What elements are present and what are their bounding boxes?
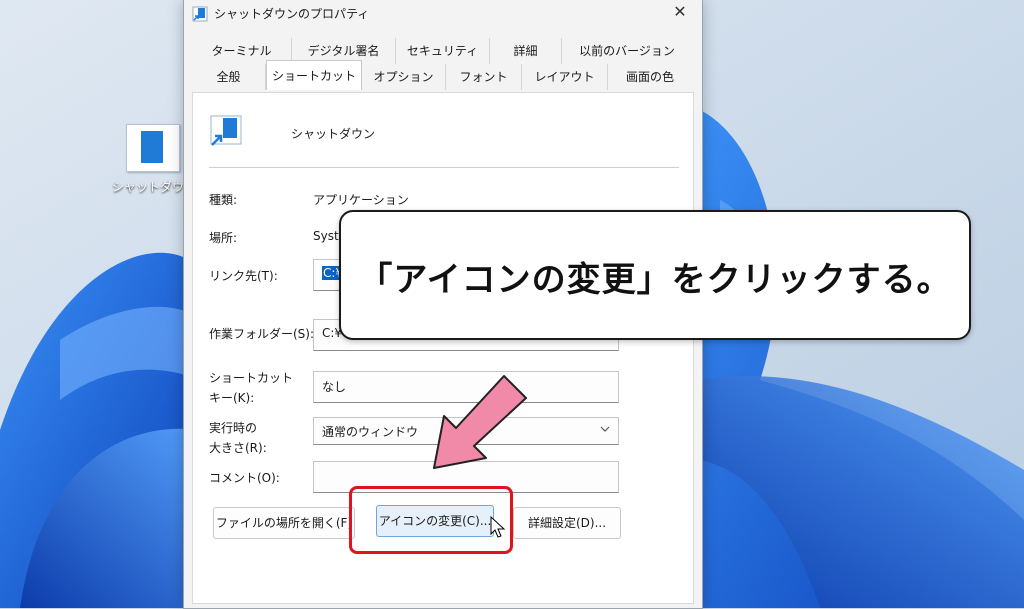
tab-strip: ターミナル デジタル署名 セキュリティ 詳細 以前のバージョン 全般 ショートカ… [184, 28, 702, 92]
tab-row-front: 全般 ショートカット オプション フォント レイアウト 画面の色 [192, 60, 692, 90]
target-label: リンク先(T): [209, 269, 278, 283]
tab-layout[interactable]: レイアウト [522, 64, 608, 90]
change-icon-highlight-box [349, 486, 513, 554]
comment-label: コメント(O): [209, 471, 280, 485]
desktop-shortcut-icon[interactable]: シャットダウン [112, 124, 194, 195]
type-label: 種類: [209, 193, 238, 207]
tab-details[interactable]: 詳細 [490, 38, 562, 64]
tab-colors[interactable]: 画面の色 [608, 64, 692, 90]
hotkey-label-line2: キー(K): [209, 391, 255, 405]
close-icon: ✕ [673, 2, 687, 21]
mouse-cursor-icon [490, 516, 506, 538]
start-in-label: 作業フォルダー(S): [209, 327, 315, 341]
tab-previous-versions[interactable]: 以前のバージョン [562, 38, 692, 64]
tab-font[interactable]: フォント [446, 64, 522, 90]
run-label-line1: 実行時の [209, 421, 258, 435]
location-label: 場所: [209, 231, 238, 245]
shortcut-name: シャットダウン [291, 127, 376, 141]
title-bar: シャットダウンのプロパティ ✕ [184, 0, 702, 28]
tab-general[interactable]: 全般 [192, 64, 266, 90]
pointer-arrow-icon [433, 375, 527, 469]
type-value: アプリケーション [313, 193, 409, 207]
advanced-button[interactable]: 詳細設定(D)... [513, 507, 621, 539]
instruction-callout: 「アイコンの変更」をクリックする。 [339, 210, 971, 340]
close-button[interactable]: ✕ [662, 0, 698, 24]
chevron-down-icon [600, 426, 610, 432]
shortcut-app-icon [192, 6, 208, 22]
hotkey-value: なし [322, 380, 347, 394]
dialog-title: シャットダウンのプロパティ [214, 7, 370, 21]
shortcut-file-icon [126, 124, 180, 172]
open-file-location-button[interactable]: ファイルの場所を開く(F) [213, 507, 355, 539]
run-select-value: 通常のウィンドウ [322, 425, 419, 439]
callout-text: 「アイコンの変更」をクリックする。 [358, 260, 952, 300]
hotkey-label-line1: ショートカット [209, 371, 294, 385]
desktop-icon-label: シャットダウン [112, 180, 194, 194]
shortcut-large-icon [210, 115, 242, 146]
tab-shortcut[interactable]: ショートカット [266, 60, 362, 90]
divider [209, 167, 679, 168]
run-label-line2: 大きさ(R): [209, 441, 267, 455]
tab-security[interactable]: セキュリティ [396, 38, 490, 64]
tab-options[interactable]: オプション [362, 64, 446, 90]
